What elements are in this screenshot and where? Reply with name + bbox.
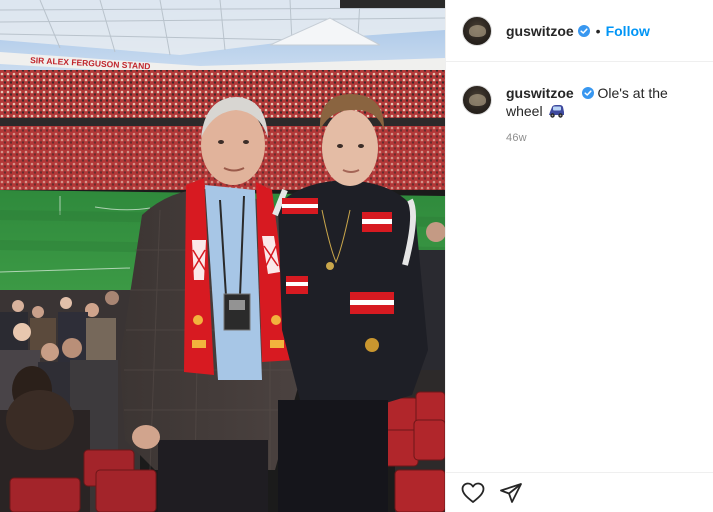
caption-line: guswitzoe Ole's at the wheel	[506, 84, 702, 120]
header-separator: •	[595, 22, 601, 39]
author-username[interactable]: guswitzoe	[506, 23, 574, 39]
caption-body: guswitzoe Ole's at the wheel 46w	[506, 84, 702, 144]
caption-username[interactable]: guswitzoe	[506, 85, 574, 101]
share-button[interactable]	[498, 480, 524, 506]
post-actions	[446, 472, 713, 512]
like-button[interactable]	[460, 480, 486, 506]
instagram-post: SIR ALEX FERGUSON STAND guswitzoe • Foll…	[0, 0, 713, 512]
follow-button[interactable]: Follow	[606, 23, 650, 39]
post-caption: guswitzoe Ole's at the wheel 46w	[462, 84, 702, 144]
car-emoji-icon	[549, 105, 565, 118]
paper-plane-icon	[500, 482, 522, 503]
verified-badge-icon	[577, 24, 590, 37]
post-timestamp[interactable]: 46w	[506, 132, 702, 144]
verified-badge-icon	[581, 87, 594, 99]
caption-author-avatar[interactable]	[462, 85, 492, 115]
author-avatar[interactable]	[462, 15, 492, 46]
post-details-panel: guswitzoe • Follow guswitzoe Ole's at th…	[445, 0, 713, 512]
post-header: guswitzoe • Follow	[446, 0, 713, 62]
post-photo[interactable]: SIR ALEX FERGUSON STAND	[0, 0, 445, 512]
heart-icon	[461, 482, 485, 503]
